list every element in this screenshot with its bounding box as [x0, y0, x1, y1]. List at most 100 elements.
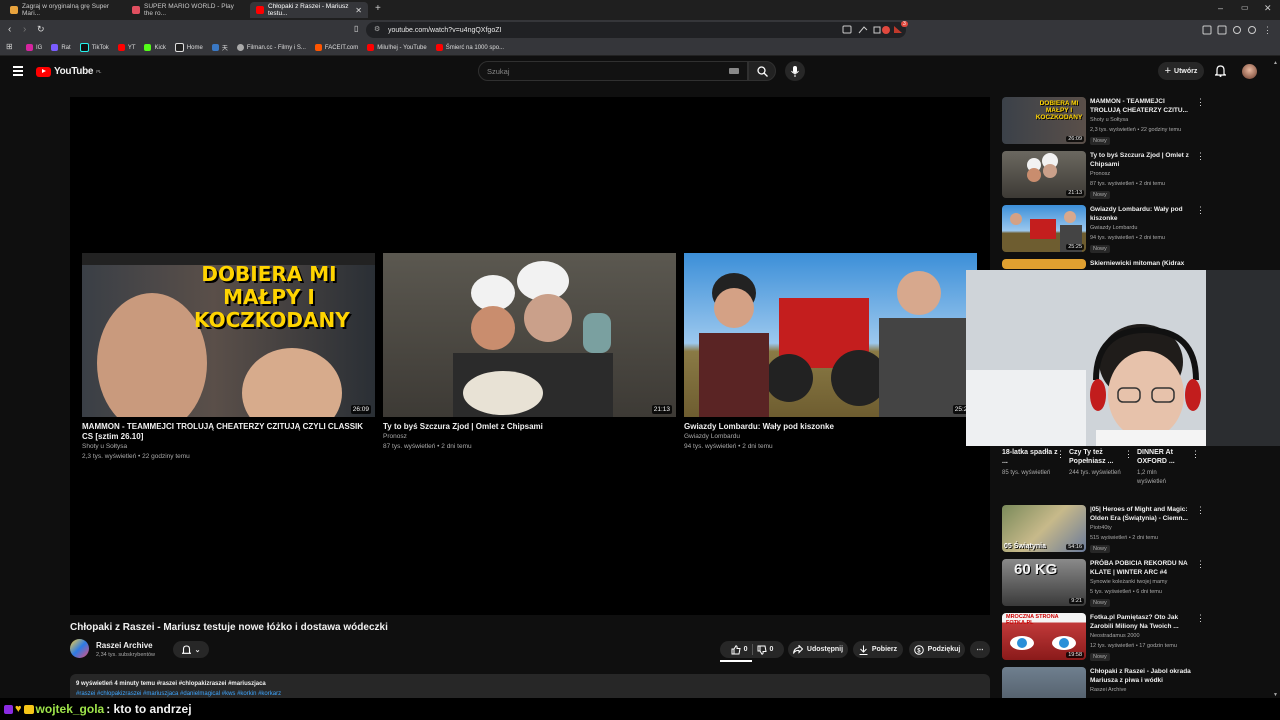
tab-1[interactable]: Zagraj w oryginalną grę Super Mari...	[4, 2, 126, 18]
sidebar-channel: Neostradamus 2000	[1090, 633, 1140, 639]
short-1-more-icon[interactable]: ⋮	[1056, 449, 1065, 460]
address-bar-action-icons[interactable]	[842, 25, 904, 35]
short-3-more-icon[interactable]: ⋮	[1191, 449, 1200, 460]
address-bar[interactable]: ⚙ youtube.com/watch?v=u4ngQXfgoZI 3	[366, 21, 908, 38]
more-options-icon[interactable]: ⋮	[1196, 205, 1205, 216]
create-button[interactable]: + Utwórz	[1158, 62, 1204, 80]
apps-grid-icon[interactable]: ⊞	[6, 42, 13, 51]
tiktok-icon	[79, 43, 89, 52]
dislike-button[interactable]: 0	[757, 645, 773, 655]
tab-2[interactable]: SUPER MARIO WORLD - Play the ro...	[126, 2, 248, 18]
sidebar-title: Chłopaki z Raszei - Jabol okrada Mariusz…	[1090, 668, 1191, 684]
description-meta: 9 wyświetleń 4 minuty temu #raszei #chlo…	[76, 681, 266, 687]
like-button[interactable]: 0	[731, 644, 748, 655]
sidebar-channel: Gwiazdy Lombardu	[1090, 225, 1138, 231]
youtube-logo[interactable]: YouTube PL	[36, 66, 101, 77]
sidebar-channel: Piotr40ty	[1090, 525, 1112, 531]
bookmark-icon[interactable]: ▯	[354, 24, 358, 33]
duration-badge: 26:09	[350, 405, 371, 414]
sidebar-thumbnail: MROCZNA STRONA FOTKA.PL 19:58	[1002, 613, 1086, 660]
duration-badge: 21:13	[651, 405, 672, 414]
sidebar-video-3[interactable]: 25:25 Gwiazdy Lombardu: Wały pod kiszonk…	[1002, 205, 1205, 257]
sidebar-channel: Shoty u Sołtysa	[1090, 117, 1129, 123]
site-info-icon[interactable]: ⚙	[374, 25, 380, 33]
sidebar-video-2[interactable]: 21:13 Ty to byś Szczura Zjod | Omlet z C…	[1002, 151, 1205, 203]
bookmark-sky[interactable]: 天	[211, 43, 228, 52]
subscription-bell-button[interactable]: ⌄	[173, 641, 209, 658]
bookmark-home[interactable]: Home	[174, 43, 203, 52]
sidebar-thumbnail: 05 Świątynia 54:16	[1002, 505, 1086, 552]
short-views: 244 tys. wyświetleń	[1069, 470, 1121, 476]
microphone-icon	[791, 65, 799, 77]
notifications-bell-icon[interactable]	[1215, 65, 1226, 77]
short-2[interactable]: Czy Ty też Popełniasz ... 244 tys. wyświ…	[1069, 448, 1124, 478]
more-options-icon[interactable]: ⋮	[1196, 505, 1205, 516]
thumbs-up-icon	[731, 644, 741, 654]
close-window-icon[interactable]: ✕	[1264, 3, 1272, 14]
tab-label: Zagraj w oryginalną grę Super Mari...	[22, 3, 110, 17]
sidebar-video-7[interactable]: MROCZNA STRONA FOTKA.PL 19:58 Fotka.pl P…	[1002, 613, 1205, 665]
short-title: DINNER At OXFORD ...	[1137, 449, 1175, 465]
browser-tab-bar: Zagraj w oryginalną grę Super Mari... SU…	[0, 0, 1280, 20]
bookmark-ig[interactable]: IG	[26, 44, 42, 51]
download-button[interactable]: Pobierz	[853, 641, 903, 658]
bookmarks-bar: ⊞ IG Rat TikTok YT Kick Home 天 Filman.cc…	[0, 40, 1280, 56]
sidebar-views: 515 wyświetleń • 2 dni temu	[1090, 535, 1158, 541]
short-1[interactable]: 18-latka spadła z ... 85 tys. wyświetleń	[1002, 448, 1062, 478]
more-options-icon[interactable]: ⋮	[1196, 97, 1205, 108]
more-options-icon[interactable]: ⋮	[1196, 613, 1205, 624]
short-3[interactable]: DINNER At OXFORD ... 1,2 mln wyświetleń	[1137, 448, 1187, 487]
video-title: Chłopaki z Raszei - Mariusz testuje nowe…	[70, 622, 388, 633]
sidebar-video-8[interactable]: Chłopaki z Raszei - Jabol okrada Mariusz…	[1002, 667, 1202, 699]
share-button[interactable]: Udostępnij	[788, 641, 848, 658]
maximize-icon[interactable]: ▭	[1241, 3, 1249, 12]
voice-search-button[interactable]	[785, 61, 805, 81]
more-options-icon[interactable]: ⋮	[1196, 151, 1205, 162]
keyboard-icon[interactable]	[729, 68, 739, 74]
chat-message: : kto to andrzej	[106, 702, 192, 716]
minimize-icon[interactable]: –	[1218, 3, 1223, 13]
bookmark-yt[interactable]: YT	[117, 44, 135, 51]
bookmark-miluhej[interactable]: Milu!hej - YouTube	[367, 44, 427, 51]
endscreen-video-3[interactable]: 25:25 Gwiazdy Lombardu: Wały pod kiszonk…	[684, 253, 977, 452]
more-actions-button[interactable]: ⋯	[970, 641, 990, 658]
endscreen-video-2[interactable]: 21:13 Ty to byś Szczura Zjod | Omlet z C…	[383, 253, 676, 452]
endscreen-video-1[interactable]: DOBIERA MI MAŁPY I KOCZKODANY 26:09 MAMM…	[82, 253, 375, 462]
close-tab-icon[interactable]: ✕	[355, 6, 362, 15]
sidebar-video-6[interactable]: 60 KG 9:21 PRÓBA POBICIA REKORDU NA KLAT…	[1002, 559, 1205, 611]
folder-icon	[211, 44, 219, 51]
sidebar-title: |05| Heroes of Might and Magic: Olden Er…	[1090, 506, 1188, 522]
channel-name[interactable]: Raszei Archive	[96, 641, 153, 650]
forward-icon[interactable]: ›	[23, 24, 26, 35]
faceit-icon	[314, 44, 322, 51]
endscreen-channel: Pronosz	[383, 433, 407, 440]
tab-3-active[interactable]: Chłopaki z Raszei - Mariusz testu... ✕	[250, 2, 368, 18]
short-2-more-icon[interactable]: ⋮	[1124, 449, 1133, 460]
sidebar-video-1[interactable]: DOBIERA MI MAŁPY I KOCZKODANY 26:09 MAMM…	[1002, 97, 1205, 149]
browser-toolbar-icons[interactable]: ⋮	[1200, 25, 1275, 35]
bookmark-faceit[interactable]: FACEIT.com	[314, 44, 358, 51]
short-views: 85 tys. wyświetleń	[1002, 470, 1051, 476]
account-avatar[interactable]	[1242, 64, 1257, 79]
sidebar-views: 5 tys. wyświetleń • 6 dni temu	[1090, 589, 1162, 595]
bookmark-tiktok[interactable]: TikTok	[79, 43, 109, 52]
bookmark-kick[interactable]: Kick	[144, 44, 166, 51]
reload-icon[interactable]: ↻	[37, 24, 45, 35]
bookmark-smierc[interactable]: Śmierć na 1000 spo...	[435, 44, 504, 51]
search-input[interactable]: Szukaj	[478, 61, 748, 81]
channel-avatar[interactable]	[70, 639, 89, 658]
thanks-button[interactable]: $ Podziękuj	[909, 641, 965, 658]
chevron-down-icon: ⌄	[194, 646, 201, 654]
page-scrollbar[interactable]: ▲ ▼	[1272, 60, 1278, 700]
new-tab-icon[interactable]: +	[375, 3, 381, 14]
sidebar-video-5[interactable]: 05 Świątynia 54:16 |05| Heroes of Might …	[1002, 505, 1205, 557]
more-options-icon[interactable]: ⋮	[1196, 559, 1205, 570]
back-icon[interactable]: ‹	[8, 24, 11, 35]
search-button[interactable]	[748, 61, 776, 81]
plus-icon: +	[1164, 65, 1172, 77]
menu-icon[interactable]	[13, 66, 23, 76]
url-text: youtube.com/watch?v=u4ngQXfgoZI	[388, 26, 502, 34]
bookmark-filman[interactable]: Filman.cc - Filmy i S...	[236, 44, 306, 51]
sidebar-thumbnail: 25:25	[1002, 205, 1086, 252]
bookmark-rat[interactable]: Rat	[51, 44, 71, 51]
